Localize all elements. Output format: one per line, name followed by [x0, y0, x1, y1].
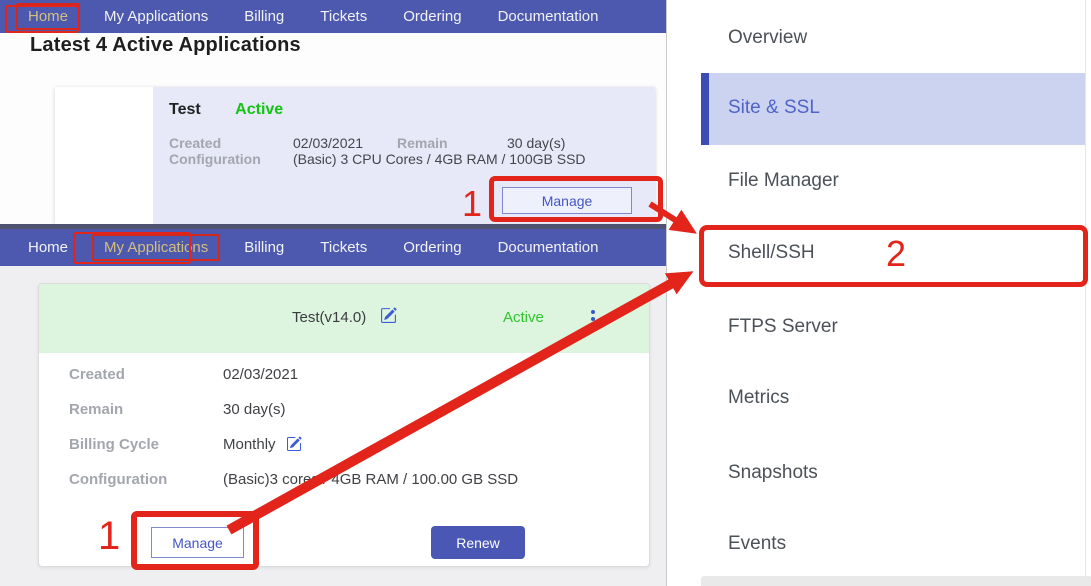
sidebar-bottom-strip [701, 576, 1091, 586]
nav-item-ordering[interactable]: Ordering [391, 234, 473, 261]
nav-item-home[interactable]: Home [16, 234, 80, 261]
billing-cycle-label: Billing Cycle [69, 436, 159, 453]
sidebar-item-shell-ssh[interactable]: Shell/SSH [728, 242, 815, 264]
nav-item-my-applications[interactable]: My Applications [92, 234, 220, 261]
sidebar-item-label: Site & SSL [728, 97, 820, 119]
configuration-value: (Basic)3 cores / 4GB RAM / 100.00 GB SSD [223, 471, 518, 488]
remain-label: Remain [69, 401, 123, 418]
sidebar-item-site-ssl[interactable]: Site & SSL [701, 73, 1085, 145]
configuration-label: Configuration [169, 151, 293, 167]
top-navbar: Home My Applications Billing Tickets Ord… [0, 0, 666, 33]
nav-item-my-applications[interactable]: My Applications [92, 3, 220, 30]
app-icon-placeholder [55, 87, 153, 224]
remain-label: Remain [397, 135, 507, 151]
sidebar-item-ftps-server[interactable]: FTPS Server [728, 316, 838, 338]
edit-title-icon[interactable] [380, 307, 397, 329]
app-status-badge: Active [503, 309, 544, 326]
app-status-badge: Active [235, 101, 283, 118]
created-label: Created [169, 135, 293, 151]
created-value: 02/03/2021 [293, 135, 397, 151]
top-navbar-2: Home My Applications Billing Tickets Ord… [0, 227, 666, 266]
manage-button[interactable]: Manage [502, 187, 632, 214]
configuration-value: (Basic) 3 CPU Cores / 4GB RAM / 100GB SS… [293, 151, 586, 167]
active-indicator-bar [701, 73, 709, 145]
nav-item-ordering[interactable]: Ordering [391, 3, 473, 30]
remain-value: 30 day(s) [223, 401, 286, 418]
page-title: Latest 4 Active Applications [30, 34, 301, 57]
manage-button[interactable]: Manage [151, 527, 244, 558]
edit-billing-cycle-icon[interactable] [286, 436, 302, 456]
configuration-label: Configuration [69, 471, 167, 488]
nav-item-documentation[interactable]: Documentation [486, 234, 611, 261]
nav-item-billing[interactable]: Billing [232, 234, 296, 261]
created-value: 02/03/2021 [223, 366, 298, 383]
manage-sidebar: Overview Site & SSL File Manager Shell/S… [666, 0, 1091, 586]
sidebar-item-file-manager[interactable]: File Manager [728, 170, 839, 192]
billing-cycle-text: Monthly [223, 436, 276, 453]
sidebar-right-edge [1085, 0, 1086, 586]
sidebar-item-snapshots[interactable]: Snapshots [728, 462, 818, 484]
sidebar-item-events[interactable]: Events [728, 533, 786, 555]
nav-item-billing[interactable]: Billing [232, 3, 296, 30]
nav-item-tickets[interactable]: Tickets [308, 3, 379, 30]
renew-button[interactable]: Renew [431, 526, 525, 559]
created-label: Created [69, 366, 125, 383]
app-title: Test(v14.0) [292, 309, 366, 326]
kebab-menu-icon[interactable] [589, 308, 597, 330]
app-name: Test [169, 101, 201, 118]
screenshot-canvas: Home My Applications Billing Tickets Ord… [0, 0, 1091, 586]
application-card-header: Test(v14.0) Active [39, 284, 649, 353]
sidebar-item-metrics[interactable]: Metrics [728, 387, 789, 409]
sidebar-item-overview[interactable]: Overview [728, 27, 807, 49]
nav-item-documentation[interactable]: Documentation [486, 3, 611, 30]
nav-item-home[interactable]: Home [16, 3, 80, 30]
remain-value: 30 day(s) [507, 135, 565, 151]
nav-item-tickets[interactable]: Tickets [308, 234, 379, 261]
billing-cycle-value: Monthly [223, 436, 302, 456]
application-card-detail: Test(v14.0) Active Created 02/03/2021 Re… [38, 283, 650, 567]
